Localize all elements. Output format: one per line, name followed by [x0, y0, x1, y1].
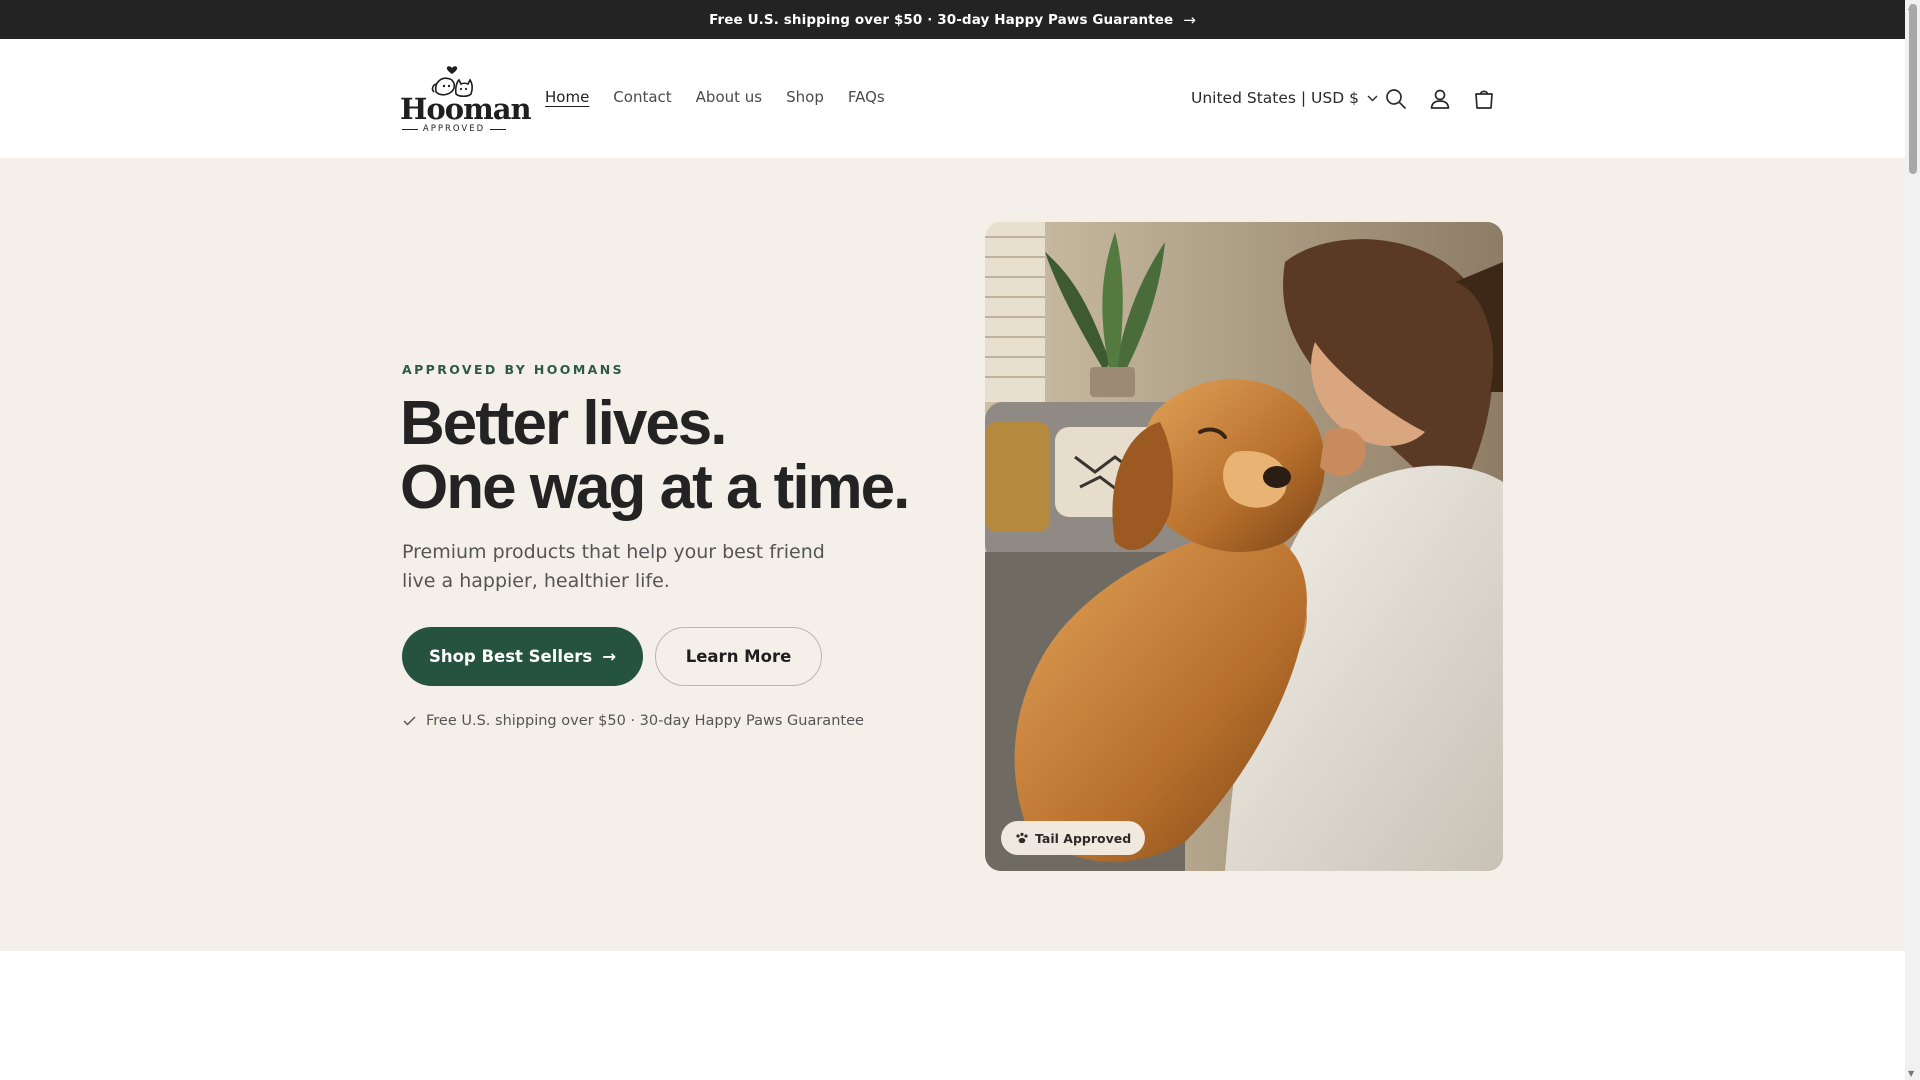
hero-section: APPROVED BY HOOMANS Better lives. One wa… [0, 158, 1905, 951]
scroll-down-icon[interactable]: ▼ [1908, 1069, 1914, 1078]
tail-approved-badge: Tail Approved [1001, 821, 1146, 855]
woman-hugging-dog-image [985, 222, 1503, 871]
hero-headline-line-1: Better lives. [400, 389, 728, 458]
cart-icon[interactable] [1472, 87, 1496, 111]
search-icon[interactable] [1384, 87, 1408, 111]
main-nav: Home Contact About us Shop FAQs [545, 88, 909, 106]
tail-approved-label: Tail Approved [1035, 830, 1132, 846]
hero-headline-line-2: One wag at a time. [400, 453, 910, 522]
shipping-assurance: Free U.S. shipping over $50 · 30-day Hap… [403, 713, 864, 729]
arrow-right-icon[interactable]: → [1183, 11, 1196, 29]
paw-icon [1016, 832, 1028, 844]
shipping-assurance-text: Free U.S. shipping over $50 · 30-day Hap… [426, 713, 864, 729]
shop-best-sellers-button[interactable]: Shop Best Sellers → [402, 627, 643, 686]
announcement-text[interactable]: Free U.S. shipping over $50 · 30-day Hap… [709, 12, 1173, 28]
hero-eyebrow: APPROVED BY HOOMANS [402, 362, 624, 377]
hero-headline: Better lives. One wag at a time. [400, 389, 910, 522]
chevron-down-icon [1367, 95, 1378, 101]
nav-item-faqs[interactable]: FAQs [848, 88, 885, 106]
logo-wordmark: Hooman [400, 92, 532, 126]
learn-more-button[interactable]: Learn More [655, 627, 822, 686]
nav-item-about-us[interactable]: About us [696, 88, 762, 106]
nav-item-contact[interactable]: Contact [613, 88, 671, 106]
logo-rule-left [401, 128, 418, 130]
account-icon[interactable] [1428, 87, 1452, 111]
scrollbar-thumb[interactable] [1909, 4, 1917, 174]
site-header: Hooman APPROVED Home Contact About us Sh… [0, 39, 1905, 158]
country-currency-label: United States | USD $ [1191, 89, 1359, 107]
shop-best-sellers-label: Shop Best Sellers [428, 647, 593, 666]
country-currency-selector[interactable]: United States | USD $ [1191, 89, 1378, 107]
arrow-right-icon: → [602, 647, 617, 666]
hero-subheadline: Premium products that help your best fri… [402, 541, 825, 592]
page-scrollbar[interactable]: ▲ ▼ [1905, 0, 1920, 1080]
hero-image: Tail Approved [985, 222, 1503, 871]
logo[interactable]: Hooman APPROVED [400, 64, 532, 134]
logo-tagline: APPROVED [400, 124, 508, 134]
logo-subtext: APPROVED [422, 124, 486, 134]
announcement-bar[interactable]: Free U.S. shipping over $50 · 30-day Hap… [0, 0, 1905, 39]
checkmark-icon [403, 716, 416, 726]
nav-item-home[interactable]: Home [545, 88, 589, 106]
logo-rule-right [490, 128, 507, 130]
nav-item-shop[interactable]: Shop [786, 88, 824, 106]
